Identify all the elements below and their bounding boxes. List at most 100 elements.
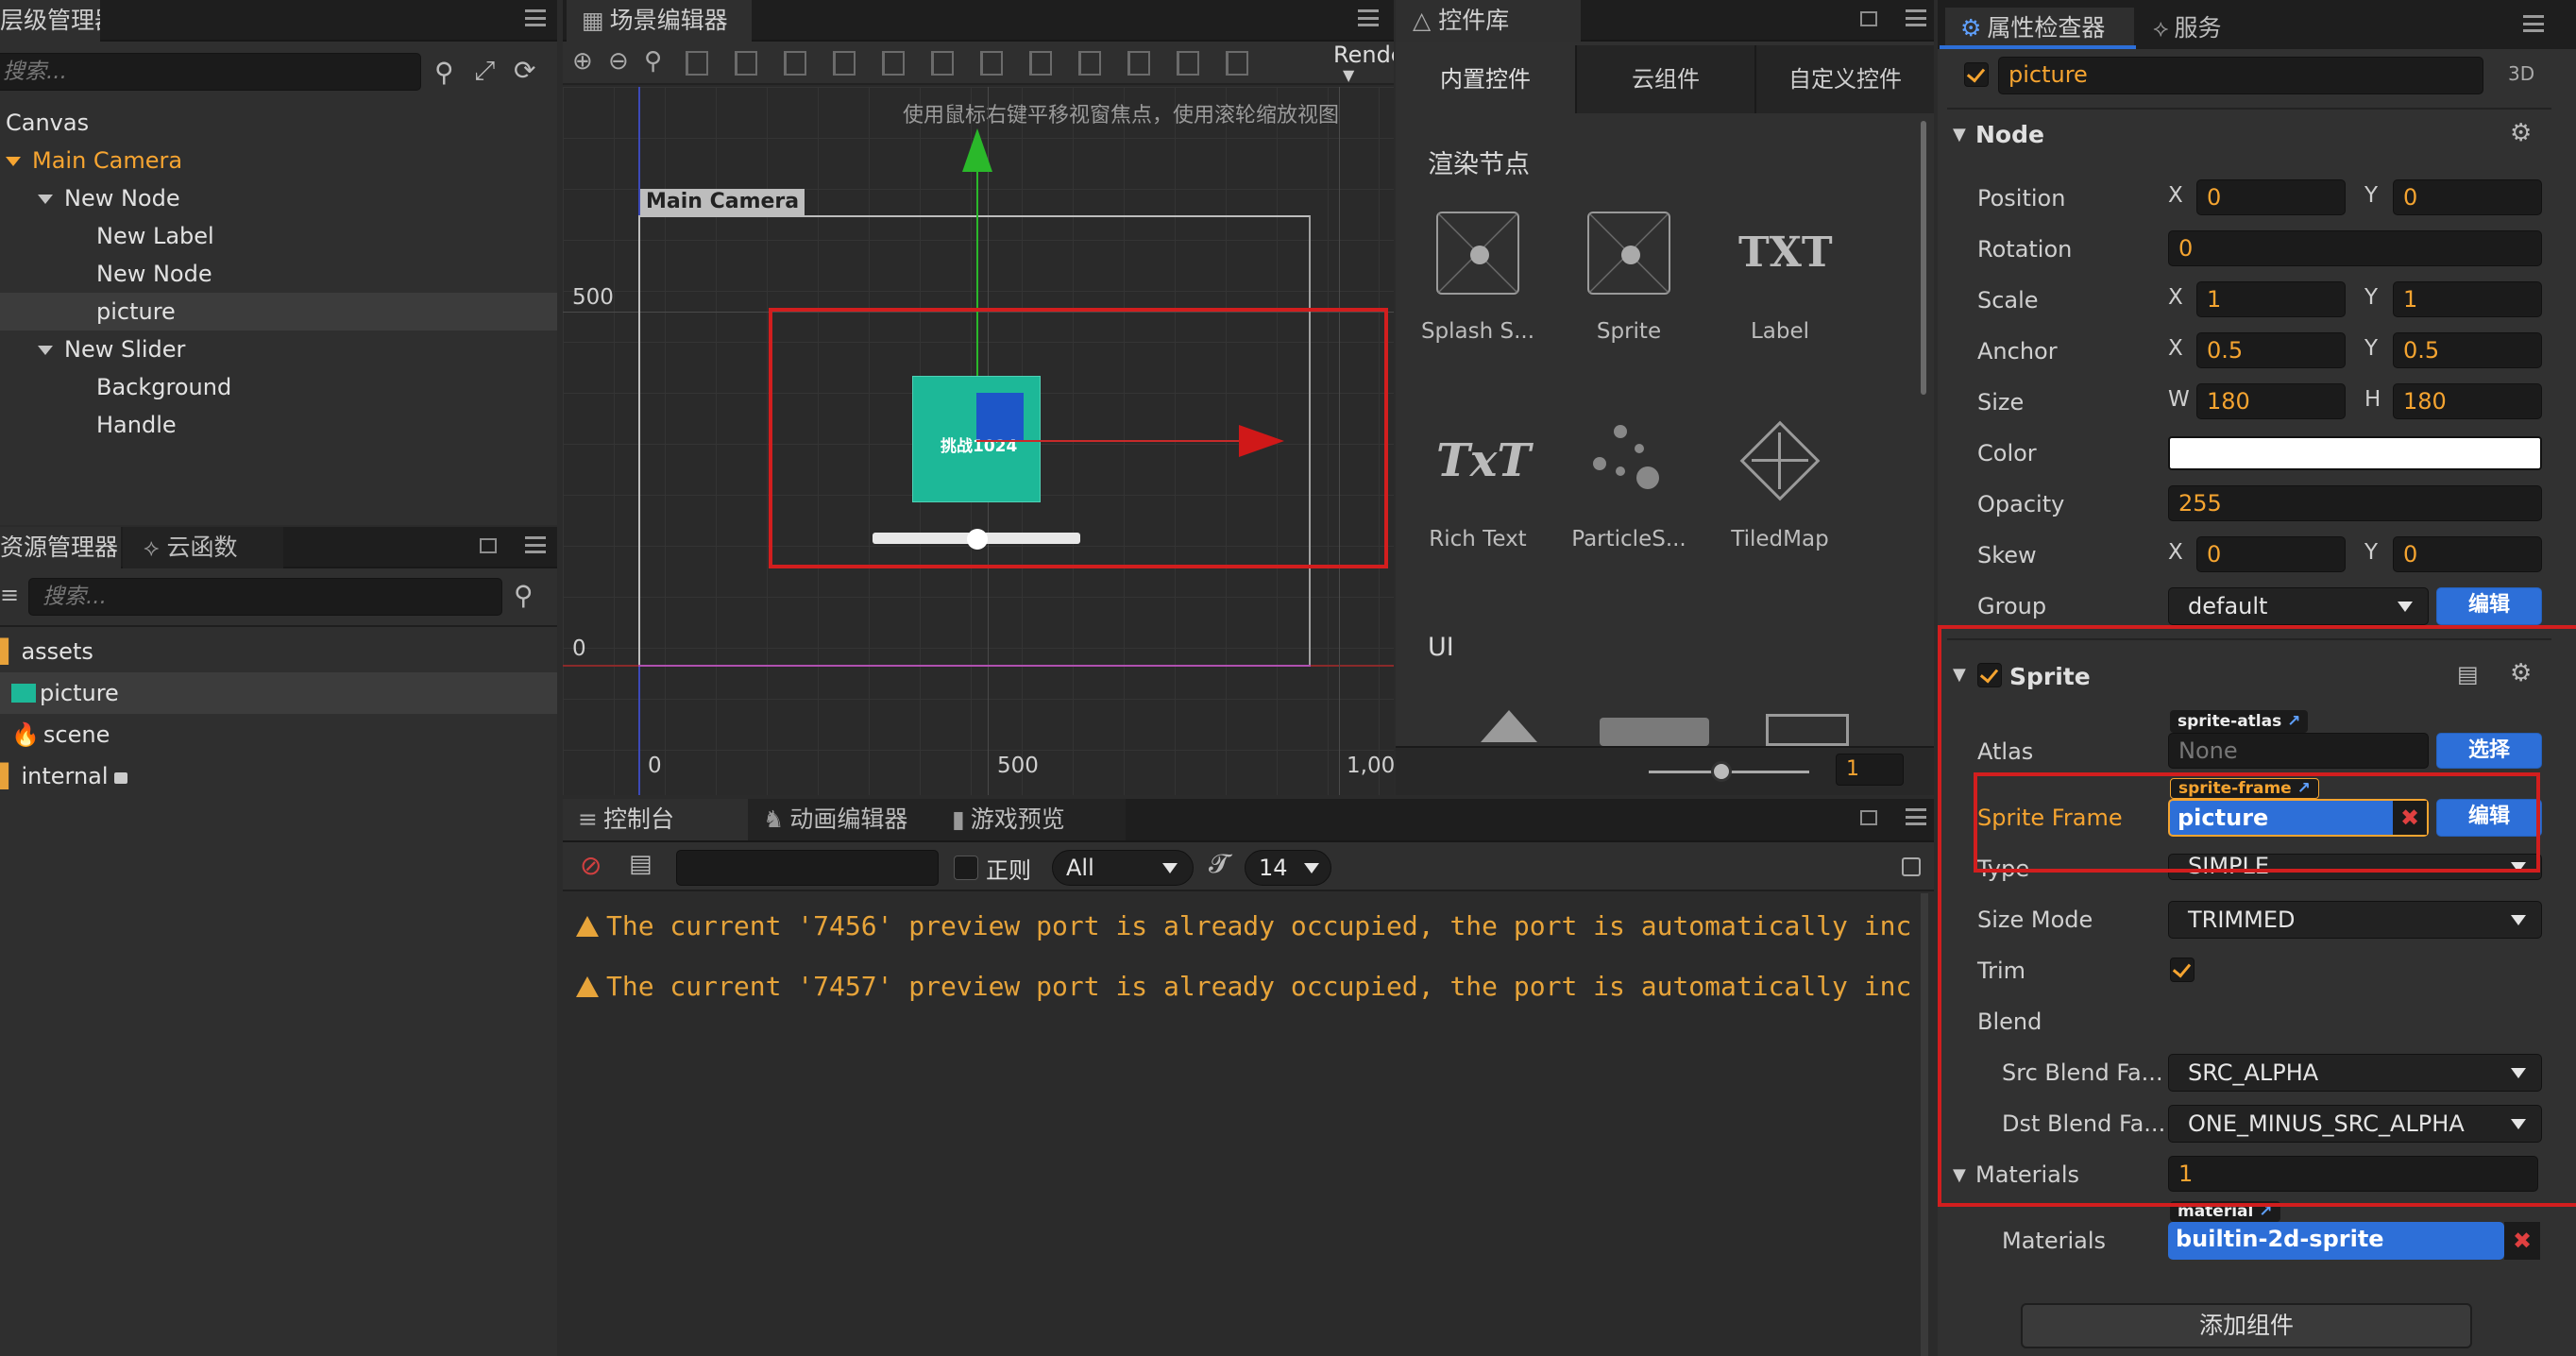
- library-zoom-input[interactable]: 1: [1836, 754, 1904, 786]
- library-item[interactable]: TXT Label: [1719, 212, 1841, 344]
- library-item[interactable]: TxT Rich Text: [1416, 419, 1539, 551]
- library-item[interactable]: TiledMap: [1719, 419, 1841, 551]
- anchor-x-input[interactable]: 0.5: [2196, 332, 2346, 368]
- refresh-icon[interactable]: ⟳: [514, 55, 535, 86]
- assets-menu-icon[interactable]: [525, 536, 546, 553]
- expand-arrow-icon[interactable]: [38, 195, 53, 204]
- console-filter-input[interactable]: [676, 850, 939, 886]
- library-item[interactable]: Sprite: [1568, 212, 1690, 344]
- node-active-checkbox[interactable]: [1964, 62, 1989, 87]
- collapse-console-icon[interactable]: [1902, 857, 1921, 876]
- align-vcenter-icon[interactable]: [882, 51, 905, 76]
- gizmo-y-arrow-icon[interactable]: [962, 128, 992, 172]
- node-section-chevron-icon[interactable]: ▼: [1953, 125, 1966, 144]
- align-top-icon[interactable]: [833, 51, 856, 76]
- library-item[interactable]: Splash S...: [1416, 212, 1539, 344]
- subtab-custom[interactable]: 自定义控件: [1754, 45, 1934, 113]
- tree-node[interactable]: New Label: [0, 217, 557, 255]
- clear-console-icon[interactable]: ⊘: [580, 850, 602, 881]
- tree-node[interactable]: New Node: [0, 255, 557, 293]
- scale-y-input[interactable]: 1: [2393, 281, 2542, 317]
- font-size-select[interactable]: 14: [1245, 850, 1331, 886]
- scene-menu-icon[interactable]: [1358, 9, 1379, 26]
- sort-icon[interactable]: ≡: [0, 582, 19, 608]
- subtab-builtin[interactable]: 内置控件: [1396, 45, 1575, 113]
- distribute-left-icon[interactable]: [1127, 51, 1150, 76]
- asset-item[interactable]: ▌ internal: [0, 755, 557, 797]
- log-level-select[interactable]: All: [1052, 850, 1194, 886]
- tab-services[interactable]: ⟡ 服务: [2138, 8, 2251, 49]
- tab-hierarchy[interactable]: 层级管理器: [0, 0, 100, 42]
- hierarchy-search-input[interactable]: 搜索...: [0, 53, 421, 91]
- console-popout-icon[interactable]: [1860, 810, 1877, 825]
- position-y-input[interactable]: 0: [2393, 179, 2542, 215]
- distribute-right-icon[interactable]: [1226, 51, 1248, 76]
- tree-node[interactable]: picture: [0, 293, 557, 331]
- popout-icon[interactable]: [480, 538, 497, 553]
- tab-cloud-functions[interactable]: ⟡ 云函数: [123, 527, 283, 568]
- regex-checkbox[interactable]: [954, 856, 978, 880]
- tab-library[interactable]: △ 控件库: [1396, 0, 1581, 42]
- scene-viewport[interactable]: 使用鼠标右键平移视窗焦点，使用滚轮缩放视图 500 0 0 500 1,00 M…: [563, 87, 1394, 795]
- mode-3d-toggle[interactable]: 3D: [2508, 62, 2534, 85]
- tab-animation[interactable]: ♞ 动画编辑器: [748, 799, 937, 840]
- tree-node[interactable]: New Slider: [0, 331, 557, 368]
- tree-node[interactable]: Background: [0, 368, 557, 406]
- tab-assets[interactable]: 资源管理器: [0, 527, 121, 568]
- console-warning-line[interactable]: The current '7456' preview port is alrea…: [576, 910, 1917, 941]
- distribute-vcenter-icon[interactable]: [1029, 51, 1052, 76]
- size-h-input[interactable]: 180: [2393, 383, 2542, 419]
- anchor-y-input[interactable]: 0.5: [2393, 332, 2542, 368]
- tree-node[interactable]: Handle: [0, 406, 557, 444]
- assets-search-input[interactable]: 搜索...: [28, 578, 502, 616]
- material-clear-icon[interactable]: ✖: [2504, 1222, 2540, 1260]
- library-menu-icon[interactable]: [1906, 9, 1926, 26]
- console-scrollbar[interactable]: [1921, 893, 1928, 1356]
- color-swatch[interactable]: [2168, 436, 2542, 470]
- console-warning-line[interactable]: The current '7457' preview port is alrea…: [576, 971, 1917, 1002]
- assets-search-icon[interactable]: ⚲: [514, 580, 534, 611]
- log-file-icon[interactable]: ▤: [629, 850, 652, 878]
- zoom-in-icon[interactable]: ⊕: [572, 47, 593, 76]
- tree-node[interactable]: Main Camera: [0, 142, 557, 179]
- collapse-icon[interactable]: ⤢: [474, 55, 495, 87]
- scale-x-input[interactable]: 1: [2196, 281, 2346, 317]
- tab-console[interactable]: ≡ 控制台: [563, 799, 748, 840]
- subtab-cloud[interactable]: 云组件: [1575, 45, 1754, 113]
- material-field[interactable]: builtin-2d-sprite: [2168, 1222, 2504, 1260]
- distribute-bottom-icon[interactable]: [1078, 51, 1101, 76]
- rotation-input[interactable]: 0: [2168, 230, 2542, 266]
- align-bottom-icon[interactable]: [931, 51, 954, 76]
- size-w-input[interactable]: 180: [2196, 383, 2346, 419]
- opacity-input[interactable]: 255: [2168, 485, 2542, 521]
- library-zoom-slider[interactable]: [1711, 761, 1732, 782]
- search-icon[interactable]: ⚲: [434, 57, 454, 88]
- library-scrollbar[interactable]: [1921, 121, 1926, 395]
- tree-node[interactable]: New Node: [0, 179, 557, 217]
- render-dropdown-chevron-icon[interactable]: ▼: [1343, 66, 1354, 84]
- tab-game-preview[interactable]: ▮ 游戏预览: [937, 799, 1126, 840]
- node-settings-gear-icon[interactable]: ⚙: [2510, 119, 2532, 147]
- add-component-button[interactable]: 添加组件: [2021, 1303, 2472, 1348]
- tab-scene[interactable]: ▦ 场景编辑器: [567, 0, 752, 42]
- library-popout-icon[interactable]: [1860, 11, 1877, 26]
- node-name-input[interactable]: picture: [1998, 57, 2483, 94]
- align-hcenter-icon[interactable]: [735, 51, 757, 76]
- align-right-icon[interactable]: [784, 51, 806, 76]
- position-x-input[interactable]: 0: [2196, 179, 2346, 215]
- asset-item[interactable]: picture: [0, 672, 557, 714]
- inspector-menu-icon[interactable]: [2523, 15, 2544, 32]
- zoom-out-icon[interactable]: ⊖: [608, 47, 629, 76]
- console-menu-icon[interactable]: [1906, 808, 1926, 825]
- hierarchy-menu-icon[interactable]: [525, 9, 546, 26]
- distribute-top-icon[interactable]: [980, 51, 1003, 76]
- zoom-reset-icon[interactable]: ⚲: [644, 47, 662, 76]
- align-left-icon[interactable]: [686, 51, 708, 76]
- group-select[interactable]: default: [2168, 587, 2429, 625]
- expand-arrow-icon[interactable]: [38, 346, 53, 355]
- tab-inspector[interactable]: ⚙ 属性检查器: [1945, 8, 2134, 49]
- skew-x-input[interactable]: 0: [2196, 536, 2346, 572]
- distribute-hcenter-icon[interactable]: [1177, 51, 1199, 76]
- asset-item[interactable]: ▌ assets: [0, 631, 557, 672]
- group-edit-button[interactable]: 编辑: [2436, 587, 2542, 625]
